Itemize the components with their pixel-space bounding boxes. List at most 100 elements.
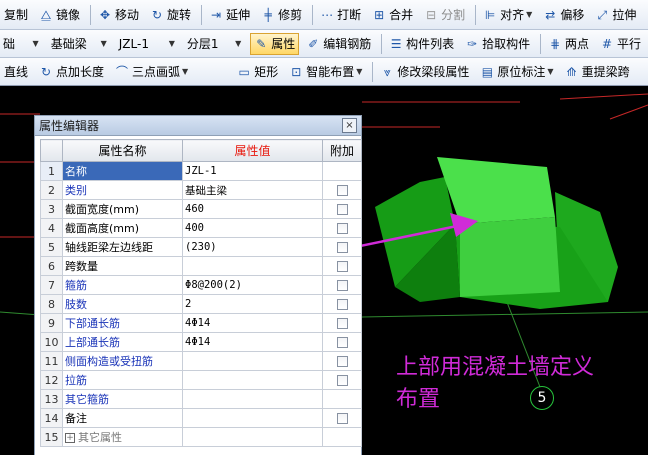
layer-select[interactable]: 分层1 ▼ xyxy=(184,33,244,54)
attach-checkbox[interactable] xyxy=(336,413,348,424)
edit-rebar-button[interactable]: ✐ 编辑钢筋 xyxy=(302,33,375,55)
attach-checkbox[interactable] xyxy=(336,204,348,215)
rotate-button[interactable]: ↻ 旋转 xyxy=(146,4,195,26)
edit-rebar-label: 编辑钢筋 xyxy=(323,37,372,51)
chevron-down-icon: ▼ xyxy=(547,67,554,76)
mirror-button[interactable]: ⧋ 镜像 xyxy=(35,4,84,26)
property-name: 轴线距梁左边线距 xyxy=(62,237,183,257)
attribute-button[interactable]: ✎ 属性 xyxy=(250,32,300,55)
attach-checkbox[interactable] xyxy=(336,299,348,310)
property-name-group[interactable]: + 其它属性 xyxy=(62,427,183,447)
align-button[interactable]: ⊫ 对齐 ▼ xyxy=(479,4,536,26)
table-row[interactable]: 6 跨数量 xyxy=(40,256,362,276)
attach-checkbox[interactable] xyxy=(336,223,348,234)
row-number: 7 xyxy=(40,275,63,295)
property-value[interactable]: 400 xyxy=(182,218,323,238)
property-value[interactable]: (230) xyxy=(182,237,323,257)
modify-icon: ⩔ xyxy=(384,64,391,79)
break-label: 打断 xyxy=(337,8,362,22)
stretch-button[interactable]: ⤢ 拉伸 xyxy=(591,4,640,26)
attach-checkbox[interactable] xyxy=(336,375,348,386)
property-value[interactable]: 460 xyxy=(182,199,323,219)
component-name-select[interactable]: JZL-1 ▼ xyxy=(116,33,178,54)
property-value[interactable]: JZL-1 xyxy=(182,161,323,181)
table-row[interactable]: 7 箍筋 Φ8@200(2) xyxy=(40,275,362,295)
chevron-down-icon: ▼ xyxy=(356,67,363,76)
point-length-button[interactable]: ↻ 点加长度 xyxy=(35,61,108,83)
property-name: 截面宽度(mm) xyxy=(62,199,183,219)
panel-titlebar[interactable]: 属性编辑器 × xyxy=(35,116,361,136)
attach-checkbox[interactable] xyxy=(336,337,348,348)
table-row[interactable]: 2 类别 基础主梁 xyxy=(40,180,362,200)
extend-label: 延伸 xyxy=(226,8,251,22)
close-button[interactable]: × xyxy=(342,118,357,133)
table-row[interactable]: 4 截面高度(mm) 400 xyxy=(40,218,362,238)
break-button[interactable]: ⋯ 打断 xyxy=(316,4,365,26)
attach-cell xyxy=(322,313,362,333)
attach-checkbox[interactable] xyxy=(336,242,348,253)
property-value[interactable]: 4Φ14 xyxy=(182,313,323,333)
component-list-button[interactable]: ☰ 构件列表 xyxy=(385,33,458,55)
expand-icon[interactable]: + xyxy=(65,433,75,443)
table-row[interactable]: 9 下部通长筋 4Φ14 xyxy=(40,313,362,333)
table-row[interactable]: 3 截面宽度(mm) 460 xyxy=(40,199,362,219)
smart-layout-button[interactable]: ⊡ 智能布置 ▼ xyxy=(285,61,366,83)
property-value[interactable]: 4Φ14 xyxy=(182,332,323,352)
rect-button[interactable]: ▭ 矩形 xyxy=(233,61,282,83)
pick-component-button[interactable]: ✑ 拾取构件 xyxy=(461,33,534,55)
property-value[interactable] xyxy=(182,351,323,371)
parallel-button[interactable]: # 平行 xyxy=(596,33,645,55)
component-type-select[interactable]: 基础梁 ▼ xyxy=(48,33,110,54)
property-value[interactable] xyxy=(182,256,323,276)
property-value[interactable] xyxy=(182,389,323,409)
offset-label: 偏移 xyxy=(560,8,585,22)
modify-span-button[interactable]: ⩔ 修改梁段属性 xyxy=(376,61,473,83)
property-value[interactable]: 基础主梁 xyxy=(182,180,323,200)
two-point-button[interactable]: ⋕ 两点 xyxy=(544,33,593,55)
merge-button[interactable]: ⊞ 合并 xyxy=(368,4,417,26)
reextract-icon: ⟰ xyxy=(566,64,577,79)
axis-line xyxy=(361,311,648,318)
property-name: 箍筋 xyxy=(62,275,183,295)
attach-checkbox[interactable] xyxy=(336,356,348,367)
floor-type-value: 础 xyxy=(3,37,16,51)
property-value[interactable]: 2 xyxy=(182,294,323,314)
attach-checkbox[interactable] xyxy=(336,280,348,291)
column-header-value: 属性值 xyxy=(182,139,323,162)
rebar-icon: ✐ xyxy=(308,36,319,51)
trim-button[interactable]: ╪ 修剪 xyxy=(257,4,306,26)
attach-checkbox[interactable] xyxy=(336,261,348,272)
extend-icon: ⇥ xyxy=(211,7,222,22)
group-label: 其它属性 xyxy=(78,431,122,444)
split-button[interactable]: ⊟ 分割 xyxy=(420,4,469,26)
attach-checkbox[interactable] xyxy=(336,318,348,329)
move-button[interactable]: ✥ 移动 xyxy=(94,4,143,26)
table-row[interactable]: 13 其它箍筋 xyxy=(40,389,362,409)
attach-cell xyxy=(322,408,362,428)
copy-button[interactable]: 复制 xyxy=(0,4,32,26)
table-row[interactable]: 11 侧面构造或受扭筋 xyxy=(40,351,362,371)
table-row[interactable]: 15 + 其它属性 xyxy=(40,427,362,447)
row-number: 12 xyxy=(40,370,63,390)
floor-type-select[interactable]: 础 ▼ xyxy=(0,33,42,54)
copy-label: 复制 xyxy=(4,8,29,22)
table-row[interactable]: 1 名称 JZL-1 xyxy=(40,161,362,181)
attach-checkbox[interactable] xyxy=(336,185,348,196)
extend-button[interactable]: ⇥ 延伸 xyxy=(205,4,254,26)
table-row[interactable]: 8 肢数 2 xyxy=(40,294,362,314)
table-row[interactable]: 14 备注 xyxy=(40,408,362,428)
attach-cell xyxy=(322,294,362,314)
toolbar-separator xyxy=(372,61,374,82)
table-row[interactable]: 10 上部通长筋 4Φ14 xyxy=(40,332,362,352)
property-value[interactable]: Φ8@200(2) xyxy=(182,275,323,295)
table-row[interactable]: 5 轴线距梁左边线距 (230) xyxy=(40,237,362,257)
line-button[interactable]: 直线 xyxy=(0,61,32,83)
property-value[interactable] xyxy=(182,408,323,428)
reextract-button[interactable]: ⟰ 重提梁跨 xyxy=(561,61,634,83)
property-value[interactable] xyxy=(182,370,323,390)
origin-mark-button[interactable]: ▤ 原位标注 ▼ xyxy=(476,61,557,83)
axis-number-badge[interactable]: 5 xyxy=(530,386,554,410)
offset-button[interactable]: ⇄ 偏移 xyxy=(539,4,588,26)
table-row[interactable]: 12 拉筋 xyxy=(40,370,362,390)
arc-button[interactable]: ⌒ 三点画弧 ▼ xyxy=(111,61,192,83)
